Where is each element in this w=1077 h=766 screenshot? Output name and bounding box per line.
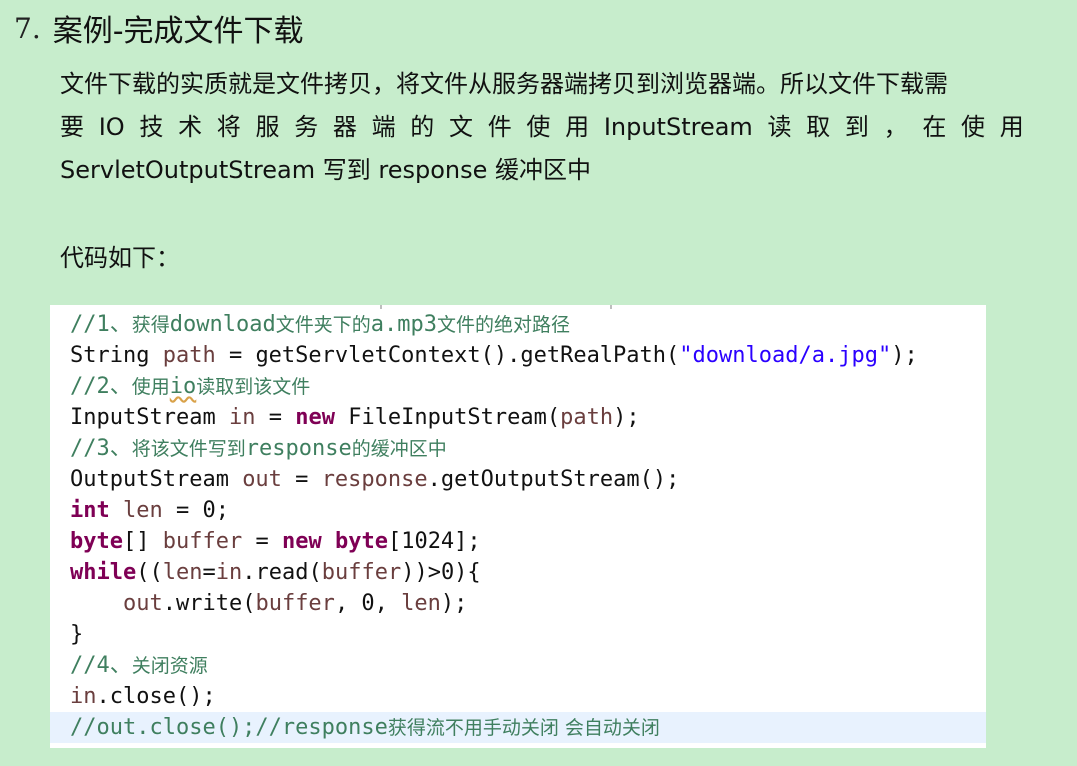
description-line-2-token: 术 — [178, 113, 203, 141]
code-comment-3: //3、将该文件写到response的缓冲区中 — [70, 436, 447, 461]
code-comment-1: //1、获得download文件夹下的a.mp3文件的绝对路径 — [70, 312, 570, 337]
description-line-3: ServletOutputStream 写到 response 缓冲区中 — [60, 156, 592, 184]
description-line-2-token: 使 — [526, 113, 551, 141]
code-label: 代码如下： — [60, 244, 180, 272]
code-line-close-brace: } — [70, 622, 84, 647]
code-comment-4: //4、关闭资源 — [70, 653, 208, 678]
code-line-in-close: in.close(); — [70, 684, 216, 709]
description-line-2-token: InputStream — [603, 113, 753, 141]
description-line-2-token: 技 — [139, 113, 164, 141]
description-line-2-token: 文 — [449, 113, 473, 141]
description-line-2-token: IO — [98, 113, 125, 141]
code-line-len: int len = 0; — [70, 498, 229, 523]
description-line-2-token: 器 — [332, 113, 357, 141]
description-line-2-token: 的 — [410, 113, 435, 141]
code-line-inputstream: InputStream in = new FileInputStream(pat… — [70, 405, 640, 430]
code-line-write: out.write(buffer, 0, len); — [122, 591, 468, 616]
description-line-2-token: 读 — [767, 113, 792, 141]
description-line-2-token: 到 — [844, 113, 869, 141]
description-line-2: 要 IO 技术将服务器端的文件使用 InputStream 读取到，在使用 — [60, 106, 1024, 149]
description-line-2-token: 取 — [806, 113, 831, 141]
code-comment-2: //2、使用io读取到该文件 — [70, 374, 311, 399]
description-line-2-token: 将 — [216, 113, 241, 141]
description-line-2-token: 端 — [371, 113, 396, 141]
code-line-outputstream: OutputStream out = response.getOutputStr… — [70, 467, 680, 492]
code-line-while: while((len=in.read(buffer))>0){ — [70, 560, 481, 585]
code-block: //1、获得download文件夹下的a.mp3文件的绝对路径 String p… — [50, 305, 986, 748]
section-heading: 7. 案例-完成文件下载 — [14, 6, 304, 50]
description-line-2-token: 件 — [487, 113, 512, 141]
description-line-1: 文件下载的实质就是文件拷贝，将文件从服务器端拷贝到浏览器端。所以文件下载需 — [60, 70, 948, 98]
description-line-2-token: 在 — [922, 113, 947, 141]
section-number: 7. — [14, 11, 41, 45]
description-line-2-token: 务 — [294, 113, 319, 141]
description-line-2-token: 服 — [255, 113, 280, 141]
code-line-buffer: byte[] buffer = new byte[1024]; — [70, 529, 481, 554]
code-comment-5-highlighted: //out.close();//response获得流不用手动关闭 会自动关闭 — [50, 712, 986, 743]
description-line-2-token: 要 — [60, 113, 84, 141]
description-line-2-token: 使 — [961, 113, 986, 141]
description-line-2-token: 用 — [565, 113, 590, 141]
description-line-2-token: 用 — [999, 113, 1024, 141]
description-line-2-token: ， — [883, 113, 908, 141]
section-title: 案例-完成文件下载 — [52, 14, 304, 49]
code-line-path: String path = getServletContext().getRea… — [70, 343, 918, 368]
description-paragraph: 文件下载的实质就是文件拷贝，将文件从服务器端拷贝到浏览器端。所以文件下载需 要I… — [60, 63, 1024, 192]
